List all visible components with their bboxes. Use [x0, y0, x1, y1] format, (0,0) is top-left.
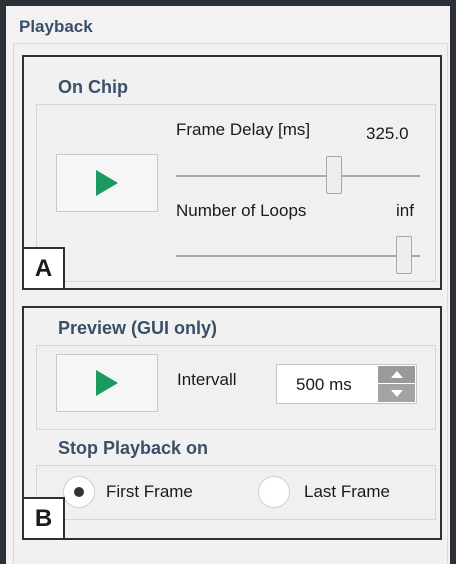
callout-box-a [22, 55, 442, 290]
callout-label-b: B [22, 497, 65, 540]
playback-title: Playback [19, 17, 93, 36]
callout-box-b [22, 306, 442, 540]
callout-label-a: A [22, 247, 65, 290]
